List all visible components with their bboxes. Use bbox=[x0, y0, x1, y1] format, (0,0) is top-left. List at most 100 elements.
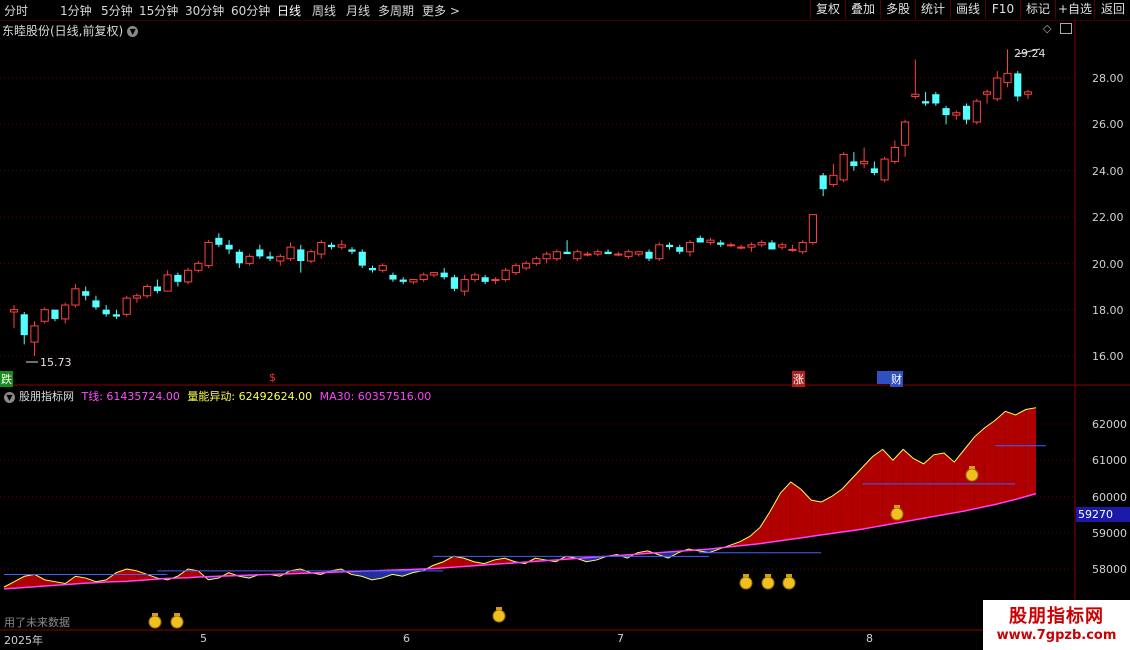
date-month-7: 7 bbox=[617, 632, 624, 645]
candle-body bbox=[327, 244, 336, 248]
candle-body bbox=[798, 241, 807, 253]
candle-body bbox=[429, 272, 439, 276]
candle-body bbox=[788, 248, 797, 251]
chevron-down-icon[interactable]: ▼ bbox=[4, 391, 15, 403]
candle-body bbox=[860, 160, 869, 165]
cursor-value-box: 59270 bbox=[1076, 507, 1130, 522]
candle-body bbox=[993, 77, 1002, 100]
indicator-fill bbox=[443, 556, 454, 568]
candle-body bbox=[808, 214, 817, 243]
indicator-fill bbox=[1025, 407, 1036, 497]
candle-body bbox=[911, 93, 920, 98]
dollar-marker[interactable]: $ bbox=[268, 371, 277, 384]
money-bag-tie bbox=[765, 574, 771, 577]
high-price-label: 29.24 bbox=[1014, 47, 1046, 60]
candle-body bbox=[225, 244, 233, 250]
info-marker[interactable] bbox=[877, 371, 891, 384]
money-bag-tie bbox=[174, 613, 180, 616]
money-bag-tie bbox=[152, 613, 158, 616]
die-marker[interactable]: 跌 bbox=[0, 371, 13, 387]
watermark-url: www.7gpzb.com bbox=[996, 628, 1117, 643]
money-bag-tie bbox=[743, 574, 749, 577]
volume-anomaly-value: 量能异动: 62492624.00 bbox=[187, 390, 313, 403]
candle-body bbox=[71, 288, 80, 306]
future-data-note: 用了未来数据 bbox=[4, 616, 70, 629]
money-bag-icon bbox=[890, 507, 904, 521]
candle-body bbox=[40, 309, 49, 322]
candle-body bbox=[184, 269, 193, 283]
candle-body bbox=[655, 244, 664, 260]
candle-body bbox=[286, 246, 295, 260]
candle-body bbox=[61, 304, 70, 320]
cai-marker[interactable]: 财 bbox=[890, 371, 903, 387]
indicator-panel bbox=[3, 407, 1046, 629]
candle-body bbox=[614, 253, 623, 256]
indicator-fill bbox=[14, 576, 25, 589]
zhang-marker[interactable]: 涨 bbox=[792, 371, 805, 387]
candle-body bbox=[82, 291, 90, 296]
candle-body bbox=[890, 147, 899, 162]
candle-body bbox=[552, 251, 561, 260]
candle-body bbox=[194, 262, 203, 271]
date-year: 2025年 bbox=[4, 634, 43, 647]
money-bag-icon bbox=[492, 609, 506, 623]
low-price-label: 15.73 bbox=[40, 356, 72, 369]
candle-body bbox=[1014, 73, 1022, 97]
candle-body bbox=[368, 267, 377, 271]
candle-body bbox=[706, 239, 715, 243]
candle-body bbox=[102, 309, 110, 315]
candle-body bbox=[624, 251, 633, 257]
candle-body bbox=[511, 265, 520, 274]
indicator-fill bbox=[913, 458, 924, 521]
candle-body bbox=[532, 258, 541, 264]
indicator-fill bbox=[749, 527, 761, 545]
indicator-tick: 61000 bbox=[1092, 454, 1127, 467]
price-tick: 26.00 bbox=[1092, 118, 1124, 131]
candle-body bbox=[880, 158, 889, 181]
indicator-fill bbox=[821, 496, 832, 535]
indicator-fill bbox=[933, 453, 945, 517]
candle-body bbox=[256, 249, 264, 257]
candle-body bbox=[573, 251, 582, 260]
date-month-6: 6 bbox=[403, 632, 410, 645]
candle-body bbox=[962, 105, 971, 120]
candle-body bbox=[501, 269, 510, 281]
candle-body bbox=[634, 251, 643, 255]
candle-body bbox=[215, 237, 223, 245]
indicator-title: ▼ 股朋指标网 T线: 61435724.00 量能异动: 62492624.00… bbox=[4, 388, 431, 404]
price-tick: 22.00 bbox=[1092, 211, 1124, 224]
candle-body bbox=[112, 314, 121, 317]
indicator-tick: 60000 bbox=[1092, 491, 1127, 504]
indicator-fill bbox=[1015, 409, 1026, 500]
candle-body bbox=[726, 244, 736, 247]
candle-body bbox=[542, 253, 551, 260]
indicator-fill bbox=[770, 492, 781, 543]
candle-body bbox=[829, 174, 838, 186]
candle-body bbox=[563, 251, 571, 255]
price-tick: 24.00 bbox=[1092, 165, 1124, 178]
candle-body bbox=[870, 168, 878, 173]
candle-body bbox=[972, 100, 981, 123]
candle-body bbox=[276, 255, 285, 262]
date-month-8: 8 bbox=[866, 632, 873, 645]
candle-body bbox=[901, 121, 910, 146]
candle-body bbox=[409, 279, 418, 283]
watermark: 股朋指标网 www.7gpzb.com bbox=[983, 600, 1130, 650]
candle-body bbox=[522, 262, 531, 269]
candle-body bbox=[143, 286, 152, 297]
indicator-fill bbox=[800, 489, 812, 538]
candle-body bbox=[491, 279, 500, 282]
candle-body bbox=[481, 277, 489, 282]
indicator-tick: 58000 bbox=[1092, 563, 1127, 576]
price-tick: 28.00 bbox=[1092, 72, 1124, 85]
candle-body bbox=[163, 274, 172, 292]
indicator-fill bbox=[760, 511, 771, 544]
indicator-fill bbox=[984, 420, 996, 507]
candle-body bbox=[696, 237, 704, 243]
candle-body bbox=[850, 161, 858, 167]
candle-body bbox=[266, 256, 274, 259]
candle-body bbox=[20, 314, 28, 336]
indicator-fill bbox=[995, 411, 1006, 505]
candle-body bbox=[122, 297, 131, 315]
indicator-fill bbox=[974, 427, 985, 509]
